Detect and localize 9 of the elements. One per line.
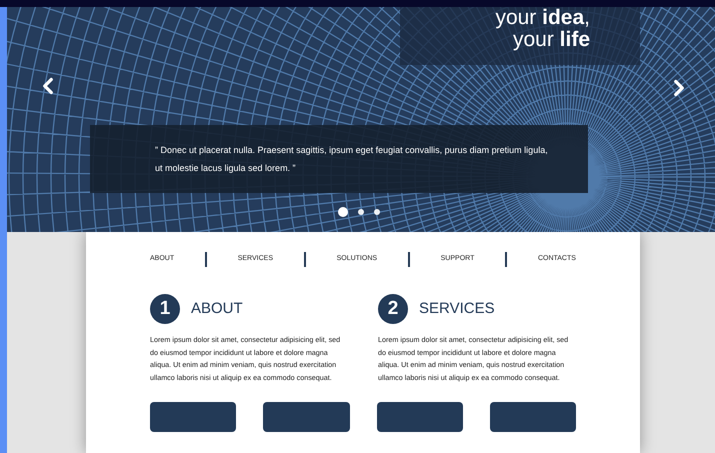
headline: your idea,: [495, 7, 590, 29]
dark-button[interactable]: [376, 402, 463, 432]
quote-text: ” Donec ut placerat nulla. Praesent sagittis, ipsum eget feugiat convallis, purus diam pretium ligula, ut molestie lacus ligula sed lorem. ”: [155, 144, 548, 175]
dark-button[interactable]: [490, 402, 576, 432]
dark-button[interactable]: [150, 402, 236, 432]
headline: your life: [512, 29, 590, 51]
section-heading: SERVICES: [419, 298, 495, 319]
dark-button[interactable]: [263, 402, 350, 432]
section-heading: ABOUT: [191, 298, 243, 319]
